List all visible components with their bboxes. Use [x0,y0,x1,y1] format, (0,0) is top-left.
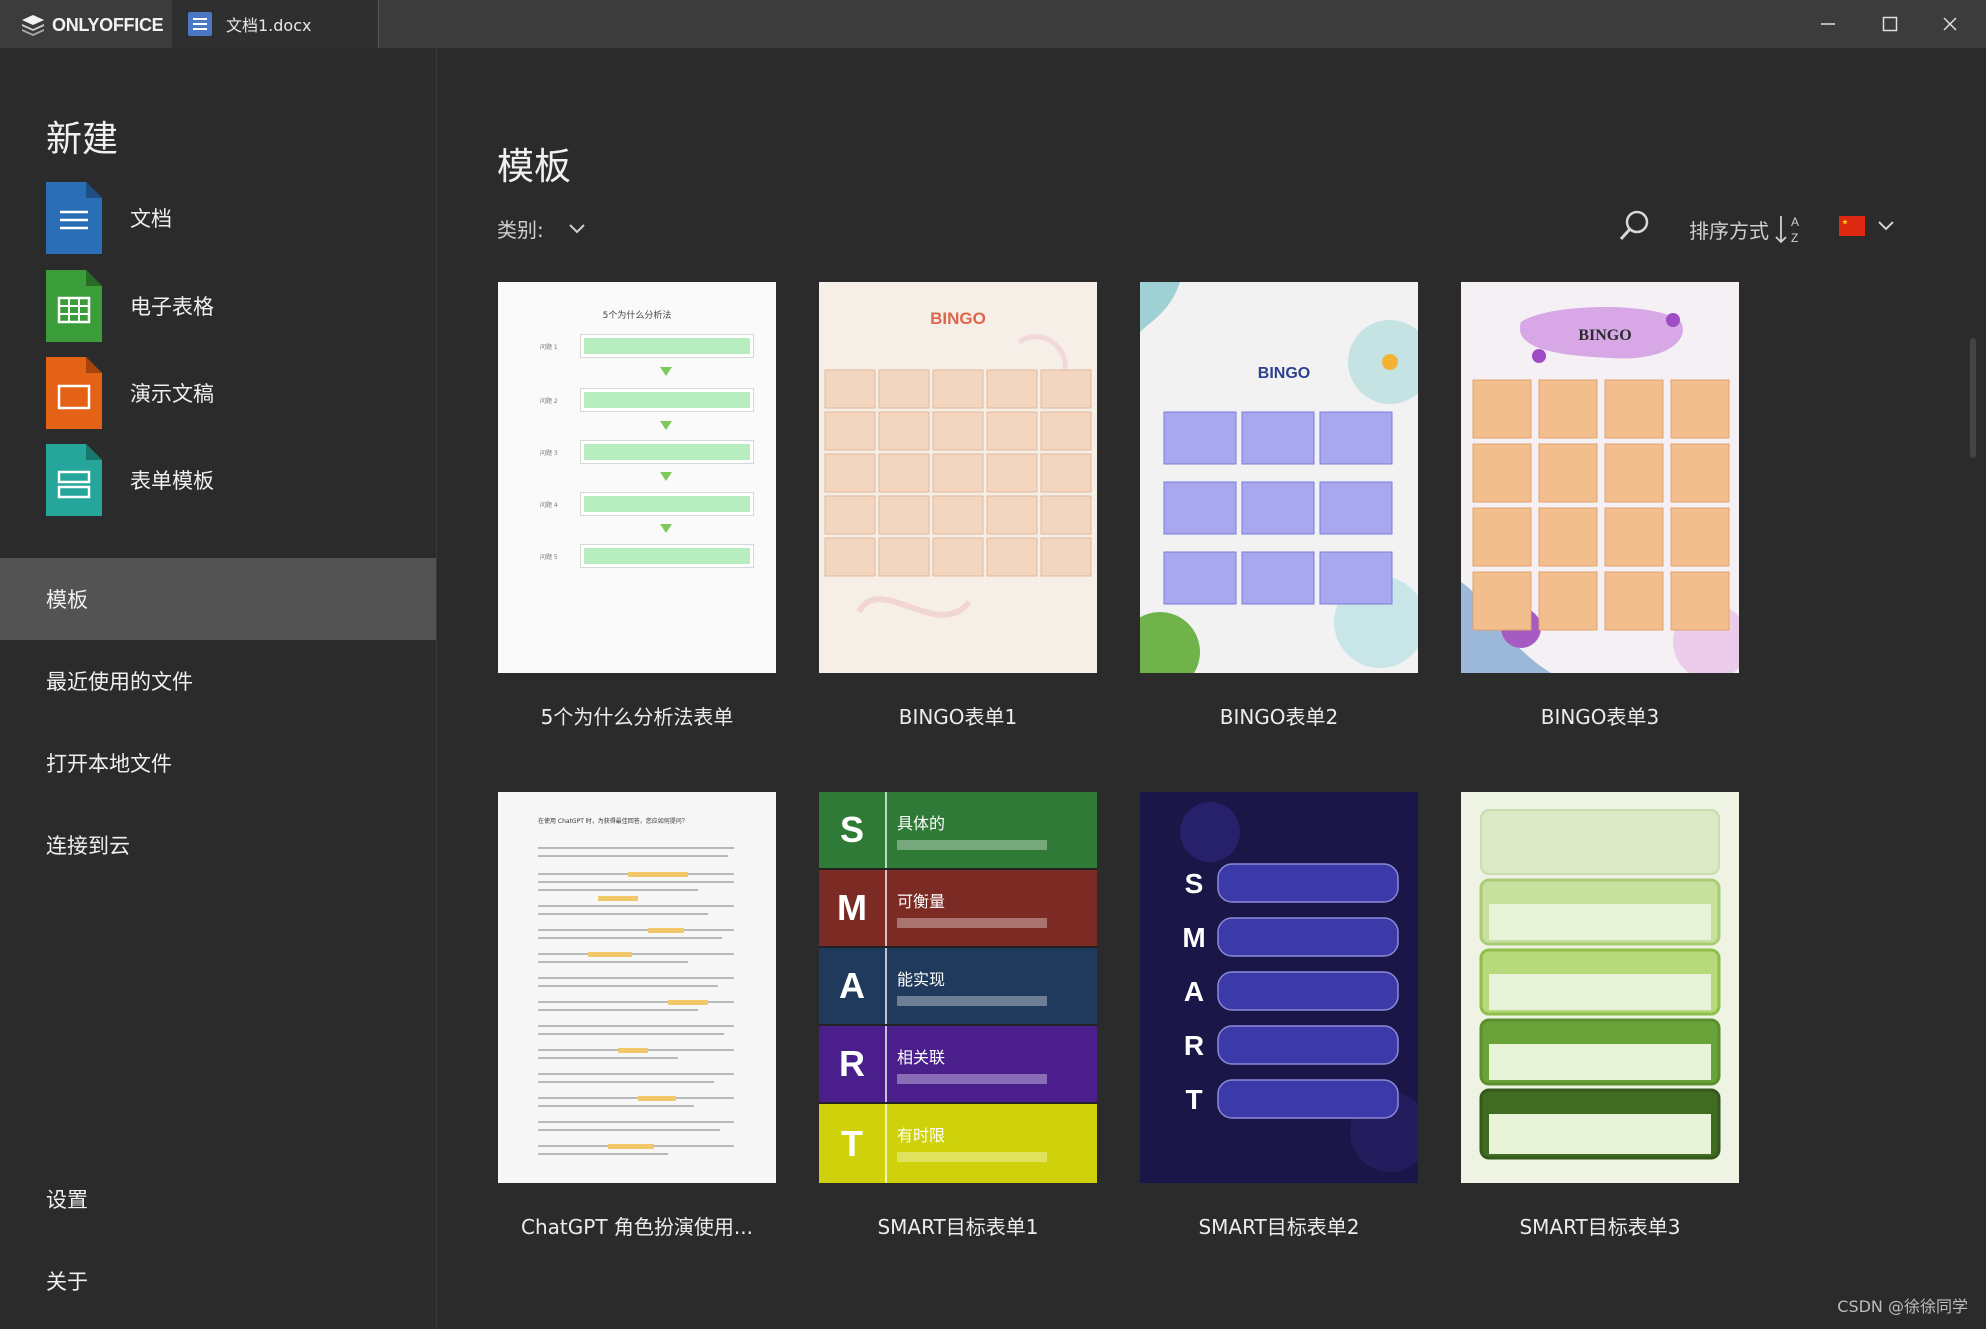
nav-about-label: 关于 [46,1270,88,1294]
minimize-icon [1821,23,1835,25]
svg-text:BINGO: BINGO [930,309,986,328]
nav-about[interactable]: 关于 [0,1240,436,1322]
nav-open-local-file-label: 打开本地文件 [46,752,172,776]
template-card[interactable]: BINGO BINGO表单1 [819,282,1097,730]
document-icon [188,12,212,36]
svg-text:BINGO: BINGO [1258,365,1310,382]
new-form-template-button[interactable]: 表单模板 [46,444,214,516]
new-document-label: 文档 [130,207,172,231]
template-card[interactable]: BINGO BINGO表单2 [1140,282,1418,730]
tab-label: 文档1.docx [226,16,312,35]
onlyoffice-logo-icon [22,15,44,36]
template-name: 5个为什么分析法表单 [540,705,734,729]
form-template-icon [46,444,102,516]
nav-templates-label: 模板 [46,588,88,612]
new-spreadsheet-label: 电子表格 [130,295,214,319]
template-name: BINGO表单3 [1540,705,1660,729]
new-section-title: 新建 [46,119,119,160]
template-thumbnail-bingo-1: BINGO [819,282,1097,673]
spreadsheet-icon [46,270,102,342]
presentation-icon [46,357,102,429]
new-spreadsheet-button[interactable]: 电子表格 [46,270,214,342]
new-form-template-label: 表单模板 [130,469,214,493]
app-window: ONLYOFFICE 文档1.docx 新建 文档 电子表格 演示文稿 表单模板… [0,0,1986,1329]
flag-cn-icon [1839,216,1865,236]
template-card[interactable]: 在使用 ChatGPT 时，为获得最佳回答，您应如何提问？ ChatGPT 角色… [498,792,776,1240]
template-card[interactable]: S 具体的 M 可衡量 A 能实现 R 相关联 T 有时限 SMART目标表单1 [819,792,1097,1240]
title-bar: ONLYOFFICE 文档1.docx [0,0,1986,48]
brand-name: ONLYOFFICE [52,14,164,35]
svg-text:Z: Z [1791,231,1798,245]
document-icon [46,182,102,254]
svg-text:S: S [1185,868,1204,899]
sort-label: 排序方式 [1689,218,1769,243]
sort-az-icon: A Z [1775,215,1799,245]
svg-text:BINGO: BINGO [1578,327,1631,344]
maximize-icon [1882,16,1898,32]
chevron-down-icon [1878,221,1894,231]
template-thumbnail-5-whys: 5个为什么分析法 问题 1 问题 2 问题 3 问题 4 问题 5 [498,282,776,673]
nav-settings-label: 设置 [46,1188,88,1212]
template-name: SMART目标表单1 [877,1215,1039,1239]
template-thumbnail-smart-3 [1461,792,1739,1183]
minimize-button[interactable] [1798,0,1858,48]
thumbnail-title: 5个为什么分析法 [602,311,672,321]
close-button[interactable] [1920,0,1980,48]
nav-recent-files[interactable]: 最近使用的文件 [0,640,436,722]
new-presentation-button[interactable]: 演示文稿 [46,357,214,429]
template-thumbnail-bingo-3: BINGO [1461,282,1739,673]
brand: ONLYOFFICE [20,12,164,38]
category-filter[interactable]: 类别: [497,214,586,243]
language-selector[interactable] [1839,216,1895,236]
chevron-down-icon [569,223,585,233]
template-card[interactable]: SMART SMART目标表单2 [1140,792,1418,1240]
scrollbar[interactable] [1970,338,1976,458]
template-name: BINGO表单2 [1219,705,1339,729]
template-name: SMART目标表单3 [1519,1215,1681,1239]
tab-document[interactable]: 文档1.docx [172,0,379,48]
template-card[interactable]: BINGO BINGO表单3 [1461,282,1739,730]
search-icon [1619,210,1649,241]
category-label: 类别: [497,218,544,242]
templates-panel: 模板 类别: 排序方式 A Z 5个为什么分析法 问题 1 问题 2 问题 3 … [437,48,1986,1329]
template-name: BINGO表单1 [898,705,1018,729]
close-icon [1943,17,1957,31]
maximize-button[interactable] [1860,0,1920,48]
svg-text:A: A [1791,215,1799,229]
template-name: SMART目标表单2 [1198,1215,1360,1239]
nav-templates[interactable]: 模板 [0,558,436,640]
page-title: 模板 [497,145,571,188]
nav-open-local-file[interactable]: 打开本地文件 [0,722,436,804]
nav-settings[interactable]: 设置 [0,1158,436,1240]
template-name: ChatGPT 角色扮演使用... [521,1215,753,1239]
template-thumbnail-smart-1: S 具体的 M 可衡量 A 能实现 R 相关联 T 有时限 [819,792,1097,1183]
template-card[interactable]: 5个为什么分析法 问题 1 问题 2 问题 3 问题 4 问题 5 5个为什么分… [498,282,776,730]
svg-text:R: R [1184,1030,1204,1061]
svg-text:A: A [1184,976,1204,1007]
template-thumbnail-bingo-2: BINGO [1140,282,1418,673]
search-button[interactable] [1617,208,1653,248]
watermark: CSDN @徐徐同学 [1837,1297,1968,1316]
template-thumbnail-chatgpt: 在使用 ChatGPT 时，为获得最佳回答，您应如何提问？ [498,792,776,1183]
svg-text:T: T [1185,1084,1202,1115]
new-presentation-label: 演示文稿 [130,382,214,406]
sort-button[interactable]: 排序方式 A Z [1689,212,1805,246]
nav-connect-cloud[interactable]: 连接到云 [0,804,436,886]
template-thumbnail-smart-2: SMART [1140,792,1418,1183]
svg-text:M: M [1182,922,1205,953]
new-document-button[interactable]: 文档 [46,182,172,254]
nav-recent-files-label: 最近使用的文件 [46,670,193,694]
sidebar: 新建 文档 电子表格 演示文稿 表单模板 模板 最近使用的文件 打开本地文件 连… [0,48,436,1329]
template-card[interactable]: SMART目标表单3 [1461,792,1739,1240]
nav-connect-cloud-label: 连接到云 [46,834,130,858]
